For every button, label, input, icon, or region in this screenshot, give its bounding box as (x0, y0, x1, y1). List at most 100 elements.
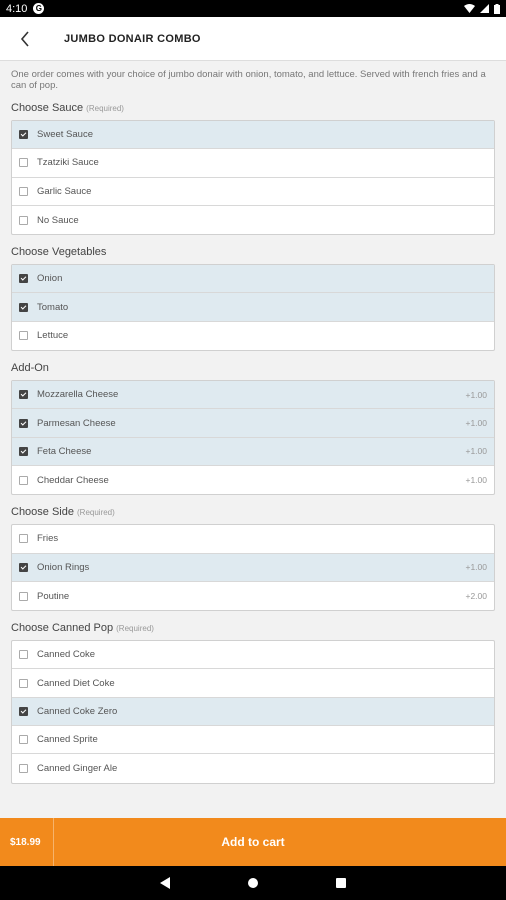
option-list: Sweet Sauce Tzatziki Sauce Garlic Sauce No … (11, 120, 495, 236)
option-row[interactable]: Mozzarella Cheese +1.00 (12, 381, 494, 410)
option-row[interactable]: Sweet Sauce (12, 121, 494, 150)
group-title: Choose Sauce (Required) (11, 102, 495, 114)
checkbox[interactable] (19, 446, 28, 456)
option-row[interactable]: Canned Diet Coke (12, 669, 494, 698)
option-row[interactable]: Onion (12, 265, 494, 294)
group-title: Choose Vegetables (11, 246, 495, 258)
checkbox[interactable] (19, 274, 28, 284)
back-button[interactable] (0, 17, 50, 61)
checkbox[interactable] (19, 562, 28, 572)
group-title: Choose Canned Pop (Required) (11, 622, 495, 634)
nav-recents-button[interactable] (336, 878, 346, 888)
required-label: (Required) (116, 624, 154, 634)
option-row[interactable]: Lettuce (12, 322, 494, 350)
option-row[interactable]: Garlic Sauce (12, 178, 494, 206)
required-label: (Required) (86, 104, 124, 113)
option-label: Feta Cheese (37, 445, 92, 457)
group-title-text: Choose Sauce (11, 102, 84, 114)
option-price: +2.00 (465, 591, 487, 601)
options-scroll-area[interactable]: One order comes with your choice of jumb… (0, 62, 506, 817)
option-list: Fries Onion Rings +1.00 Poutine +2.00 (11, 524, 495, 612)
option-label: Mozzarella Cheese (37, 389, 119, 401)
option-label: Cheddar Cheese (37, 474, 109, 486)
checkbox[interactable] (19, 706, 28, 716)
option-label: Canned Coke (37, 649, 96, 661)
option-label: Canned Ginger Ale (37, 762, 118, 774)
checkbox[interactable] (19, 215, 28, 225)
app-bar: JUMBO DONAIR COMBO (0, 17, 506, 61)
option-label: No Sauce (37, 214, 79, 226)
checkbox[interactable] (19, 130, 28, 140)
option-price: +1.00 (465, 446, 487, 457)
nav-home-button[interactable] (248, 878, 258, 888)
checkbox[interactable] (19, 302, 28, 312)
option-row[interactable]: Fries (12, 525, 494, 554)
group-title-text: Choose Side (11, 506, 74, 519)
option-row[interactable]: Canned Sprite (12, 726, 494, 755)
option-price: +1.00 (465, 418, 487, 429)
option-label: Canned Diet Coke (37, 677, 115, 689)
wifi-icon (464, 4, 475, 13)
checkbox[interactable] (19, 650, 28, 660)
group-title: Add-On (11, 362, 495, 374)
option-label: Poutine (37, 590, 70, 602)
option-label: Fries (37, 533, 59, 545)
nav-back-button[interactable] (160, 877, 170, 889)
option-label: Parmesan Cheese (37, 417, 116, 429)
chevron-left-icon (20, 30, 29, 47)
checkbox[interactable] (19, 534, 28, 544)
option-list: Mozzarella Cheese +1.00 Parmesan Cheese +1.… (11, 380, 495, 496)
option-list: Onion Tomato Lettuce (11, 264, 495, 352)
status-bar: 4:10 G (0, 0, 506, 17)
option-label: Tomato (37, 301, 69, 313)
required-label: (Required) (77, 508, 115, 518)
option-row[interactable]: Canned Ginger Ale (12, 754, 494, 782)
option-label: Onion (37, 273, 63, 285)
checkbox[interactable] (19, 735, 28, 745)
checkbox[interactable] (19, 390, 28, 400)
option-label: Canned Sprite (37, 734, 98, 746)
page-title: JUMBO DONAIR COMBO (64, 32, 201, 45)
add-to-cart-label: Add to cart (221, 835, 285, 849)
checkbox[interactable] (19, 186, 28, 196)
option-row[interactable]: Parmesan Cheese +1.00 (12, 409, 494, 438)
option-row[interactable]: Feta Cheese +1.00 (12, 437, 494, 466)
option-label: Sweet Sauce (37, 129, 93, 141)
option-price: +1.00 (465, 389, 487, 400)
item-description: One order comes with your choice of jumb… (11, 69, 486, 91)
system-nav-bar (0, 866, 506, 900)
group-title-text: Choose Vegetables (11, 246, 107, 259)
group-title-text: Choose Canned Pop (11, 622, 114, 635)
recents-square-icon (336, 878, 346, 888)
cart-total-price: $18.99 (0, 818, 54, 866)
option-row[interactable]: Canned Coke Zero (12, 697, 494, 727)
checkbox[interactable] (19, 331, 28, 341)
option-row[interactable]: Onion Rings +1.00 (12, 553, 494, 582)
checkbox[interactable] (19, 678, 28, 688)
option-row[interactable]: Tzatziki Sauce (12, 149, 494, 178)
option-price: +1.00 (465, 475, 487, 486)
option-row[interactable]: No Sauce (12, 206, 494, 234)
option-label: Garlic Sauce (37, 185, 92, 197)
checkbox[interactable] (19, 418, 28, 428)
cell-signal-icon (480, 4, 489, 13)
option-row[interactable]: Tomato (12, 293, 494, 322)
option-label: Canned Coke Zero (37, 705, 118, 717)
option-list: Canned Coke Canned Diet Coke Canned Coke Z… (11, 640, 495, 784)
checkbox[interactable] (19, 158, 28, 168)
checkbox[interactable] (19, 475, 28, 485)
back-triangle-icon (160, 877, 170, 889)
checkbox[interactable] (19, 591, 28, 601)
option-row[interactable]: Cheddar Cheese +1.00 (12, 466, 494, 494)
group-title-text: Add-On (11, 362, 49, 375)
battery-icon (494, 3, 500, 14)
status-time: 4:10 (6, 2, 28, 15)
option-price: +1.00 (465, 562, 487, 573)
group-title: Choose Side (Required) (11, 506, 495, 518)
option-label: Tzatziki Sauce (37, 157, 99, 169)
app-notification-icon: G (33, 3, 45, 14)
option-row[interactable]: Poutine +2.00 (12, 582, 494, 610)
option-row[interactable]: Canned Coke (12, 641, 494, 670)
checkbox[interactable] (19, 763, 28, 773)
add-to-cart-button[interactable]: $18.99 Add to cart (0, 818, 506, 866)
